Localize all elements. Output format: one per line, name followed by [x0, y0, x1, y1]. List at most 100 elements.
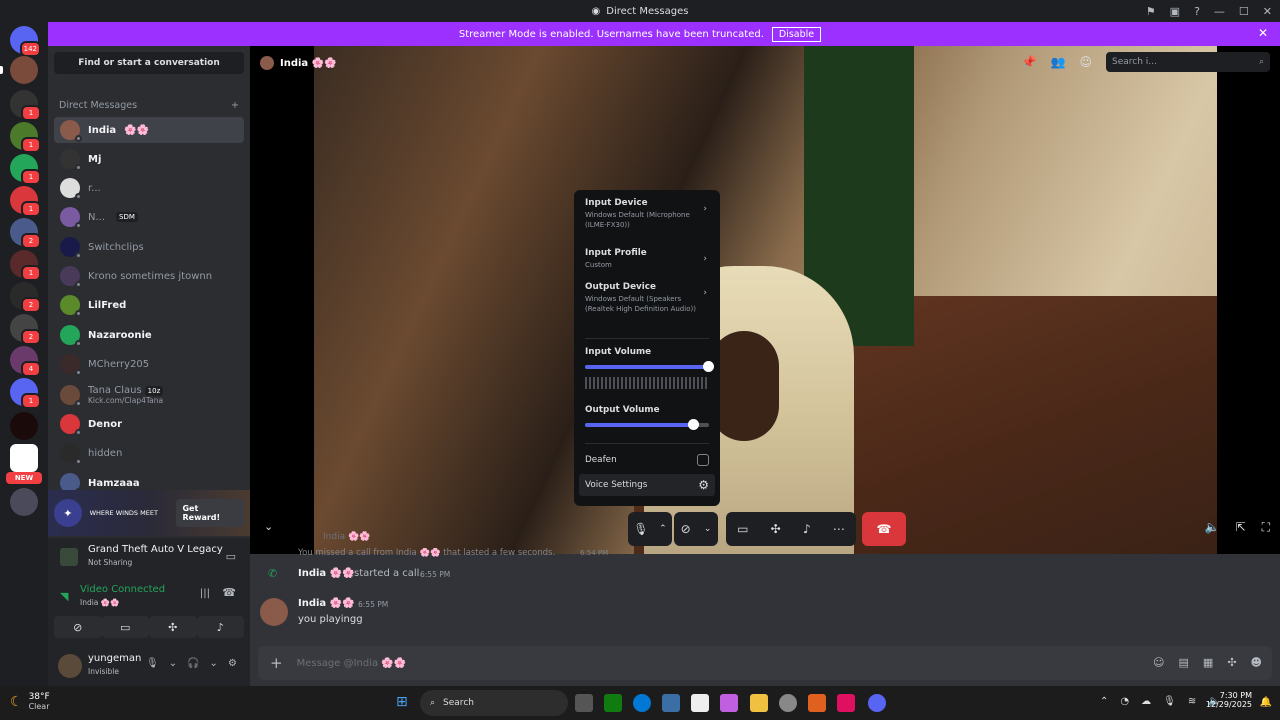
attach-icon[interactable]: + — [270, 654, 283, 672]
input-volume-slider[interactable] — [585, 361, 714, 372]
soundboard-icon[interactable]: ♪ — [803, 522, 811, 536]
cloud-icon[interactable]: ☁ — [1141, 696, 1151, 707]
bell-icon[interactable]: 🔔 — [1260, 697, 1272, 708]
mic-tray-icon[interactable]: 🎙 — [1163, 696, 1176, 707]
guild-1[interactable] — [0, 56, 38, 84]
clock[interactable]: 7:30 PM 12/29/2025 — [1206, 691, 1252, 709]
dm-item-mj[interactable]: Mj — [54, 146, 244, 172]
tray-chevron-icon[interactable]: ⌃ — [1100, 696, 1108, 707]
end-call-button[interactable]: ☎ — [862, 512, 906, 546]
volume-icon[interactable]: 🔈 — [1205, 520, 1220, 535]
taskbar-search[interactable]: ⌕ Search — [420, 690, 568, 716]
share-screen-icon[interactable]: ▭ — [226, 550, 236, 563]
user-avatar[interactable] — [58, 654, 82, 678]
dm-item-krono[interactable]: Krono sometimes jtownn — [54, 263, 244, 289]
explorer-icon[interactable] — [750, 694, 768, 712]
popout-icon[interactable]: ⇱ — [1236, 520, 1246, 535]
output-device-item[interactable]: Output Device Windows Default (Speakers … — [585, 282, 709, 332]
search-input[interactable]: Search i... ⌕ — [1106, 52, 1270, 72]
mic-control[interactable]: 🎙 ⌃ — [628, 512, 672, 546]
screen-share-button[interactable]: ▭ — [101, 616, 149, 638]
dm-item-n[interactable]: N... SDM — [54, 204, 244, 230]
guild-3[interactable]: 1 — [10, 122, 41, 153]
video-stream[interactable] — [314, 46, 1217, 554]
add-friends-icon[interactable]: 👥 — [1051, 55, 1066, 69]
voice-status[interactable]: Video Connected — [80, 584, 165, 595]
store-icon[interactable] — [662, 694, 680, 712]
dm-item-mcherry[interactable]: MCherry205 — [54, 351, 244, 377]
nitro-gift-icon[interactable]: ☺ — [1153, 656, 1164, 669]
guild-7[interactable]: 1 — [10, 250, 41, 281]
dm-item-lilfred[interactable]: LilFred — [54, 292, 244, 318]
pin-icon[interactable]: 📌 — [1022, 55, 1037, 69]
weather-widget[interactable]: ☾ 38°F Clear — [10, 692, 50, 711]
wifi-icon[interactable]: ≋ — [1188, 696, 1196, 707]
screen-share-icon[interactable]: ▭ — [737, 522, 748, 536]
profile-icon[interactable]: ☺ — [1079, 55, 1092, 69]
guild-9[interactable]: 2 — [10, 314, 41, 345]
more-icon[interactable]: ⋯ — [833, 522, 845, 536]
activities-button[interactable]: ✣ — [149, 616, 197, 638]
emoji-icon[interactable]: ☻ — [1251, 656, 1262, 669]
app-icon[interactable] — [779, 694, 797, 712]
guild-8[interactable]: 2 — [10, 282, 41, 313]
guild-14[interactable] — [10, 488, 38, 516]
gif-icon[interactable]: ▤ — [1179, 656, 1189, 669]
discord-taskbar-icon[interactable] — [868, 694, 886, 712]
adobe-icon[interactable] — [808, 694, 826, 712]
output-volume-slider[interactable] — [585, 419, 709, 430]
author-avatar[interactable] — [260, 598, 288, 626]
find-conversation-button[interactable]: Find or start a conversation — [54, 52, 244, 74]
input-device-item[interactable]: Input Device Windows Default (Microphone… — [585, 198, 709, 242]
camera-toggle-button[interactable]: ⊘ — [54, 616, 102, 638]
sticker-icon[interactable]: ▦ — [1203, 656, 1213, 669]
noise-suppression-icon[interactable]: ||| — [200, 588, 210, 599]
xbox-icon[interactable] — [604, 694, 622, 712]
deafen-checkbox[interactable] — [697, 454, 709, 466]
dm-item-india[interactable]: India 🌸🌸 — [54, 117, 244, 143]
close-window-button[interactable]: ✕ — [1263, 5, 1272, 18]
author-name[interactable]: India 🌸🌸 — [298, 598, 355, 609]
apps-icon[interactable]: ✣ — [1227, 656, 1236, 669]
start-icon[interactable]: ⊞ — [396, 694, 408, 710]
create-dm-icon[interactable]: + — [231, 100, 239, 111]
mute-icon[interactable]: 🎙 — [146, 658, 159, 669]
guild-11[interactable]: 1 — [10, 378, 41, 409]
notepad-icon[interactable] — [691, 694, 709, 712]
guild-5[interactable]: 1 — [10, 186, 41, 217]
dm-item-nazaroonie[interactable]: Nazaroonie — [54, 322, 244, 348]
headphones-icon[interactable]: 🎧 — [187, 658, 199, 669]
guild-13[interactable] — [10, 444, 38, 472]
guild-12[interactable] — [10, 412, 38, 440]
dm-item-hidden[interactable]: hidden — [54, 440, 244, 466]
guild-2[interactable]: 1 — [10, 90, 41, 121]
quickswitcher-icon[interactable]: ▣ — [1170, 5, 1180, 18]
voice-channel[interactable]: India 🌸🌸 — [80, 598, 119, 607]
edge-icon[interactable] — [633, 694, 651, 712]
get-reward-button[interactable]: Get Reward! — [176, 499, 244, 527]
audio-options-icon[interactable]: ⌄ — [210, 658, 218, 669]
collapse-icon[interactable]: ⌄ — [264, 520, 273, 533]
dm-item-tana[interactable]: Tana Claus 10z Kick.com/Clap4Tana — [54, 381, 244, 409]
copilot-icon[interactable] — [720, 694, 738, 712]
fullscreen-icon[interactable]: ⛶ — [1262, 520, 1270, 535]
guild-4[interactable]: 1 — [10, 154, 41, 185]
app2-icon[interactable] — [837, 694, 855, 712]
minimize-button[interactable]: — — [1214, 5, 1225, 18]
guild-10[interactable]: 4 — [10, 346, 41, 377]
disable-streamer-button[interactable]: Disable — [771, 26, 822, 42]
username[interactable]: yungeman — [88, 653, 141, 664]
guild-6[interactable]: 2 — [10, 218, 41, 249]
soundboard-button[interactable]: ♪ — [196, 616, 244, 638]
taskview-icon[interactable] — [575, 694, 593, 712]
home-button[interactable]: 142 — [10, 26, 41, 57]
activities-icon[interactable]: ✣ — [771, 522, 781, 536]
message-input[interactable]: Message @India 🌸🌸 — [297, 658, 407, 669]
dm-item-switchclips[interactable]: Switchclips — [54, 234, 244, 260]
mic-options-icon[interactable]: ⌄ — [169, 658, 177, 669]
maximize-button[interactable]: ☐ — [1239, 5, 1249, 18]
camera-control[interactable]: ⊘ ⌄ — [674, 512, 718, 546]
input-profile-item[interactable]: Input Profile Custom › — [585, 248, 709, 282]
disconnect-icon[interactable]: ☎ — [222, 586, 236, 599]
close-banner-icon[interactable]: ✕ — [1258, 26, 1268, 40]
